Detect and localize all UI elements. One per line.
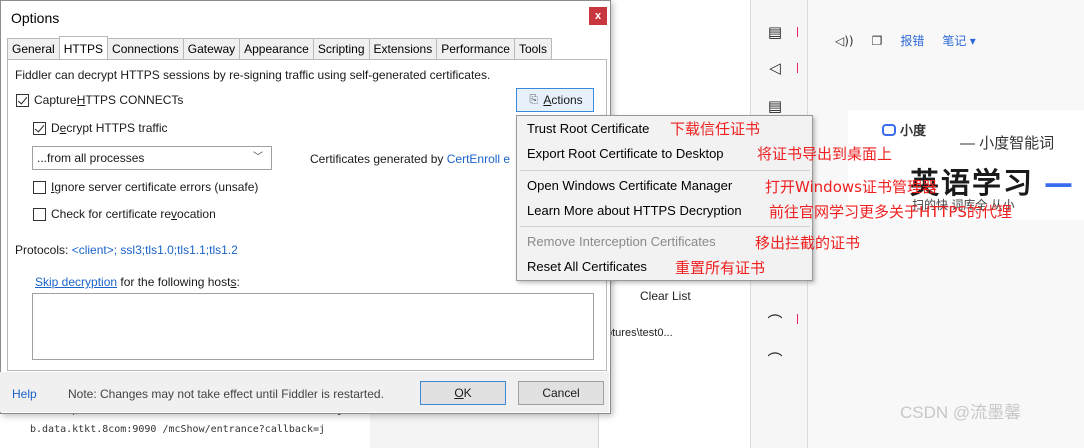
status-marker — [797, 314, 801, 324]
menu-item-learn-more[interactable]: Learn More about HTTPS Decryption — [527, 203, 742, 218]
tab-scripting[interactable]: Scripting — [312, 38, 370, 59]
rss-icon: ⌒ — [767, 351, 783, 369]
menu-item-remove-interception[interactable]: Remove Interception Certificates — [527, 234, 716, 249]
capture-https-checkbox[interactable]: Capture H TTPS CONNECTs — [16, 93, 183, 107]
banner-subtitle: — 小度智能词 — [960, 135, 1055, 152]
status-marker — [797, 27, 801, 37]
ignore-errors-checkbox[interactable]: Ignore server certificate errors (unsafe… — [33, 180, 258, 194]
checkbox-checked-icon[interactable] — [16, 93, 29, 107]
close-button[interactable]: x — [589, 7, 607, 25]
tab-gateway[interactable]: Gateway — [182, 38, 241, 59]
copy-icon[interactable]: ❐ — [872, 34, 883, 48]
cancel-button[interactable]: Cancel — [518, 381, 604, 405]
tab-bar: General HTTPS Connections Gateway Appear… — [7, 36, 552, 59]
annotation-reset-all: 重置所有证书 — [675, 259, 766, 277]
certificate-icon: ⎘ — [529, 93, 539, 106]
certificate-generator-text: Certificates generated by CertEnroll e — [310, 152, 511, 166]
path-text: otures\test0... — [606, 327, 673, 339]
actions-menu — [516, 115, 813, 281]
certenroll-link[interactable]: CertEnroll e — [447, 152, 510, 166]
notes-dropdown[interactable]: 笔记 ▾ — [942, 32, 975, 49]
annotation-learn-more: 前往官网学习更多关于HTTPS的代理 — [769, 203, 1012, 221]
tab-extensions[interactable]: Extensions — [368, 38, 438, 59]
annotation-trust-root: 下载信任证书 — [670, 120, 761, 138]
xiaodu-logo-icon — [882, 124, 896, 136]
checkbox-icon[interactable] — [33, 207, 46, 221]
speaker-icon[interactable]: ◁)) — [835, 34, 854, 48]
skip-decryption-link[interactable]: Skip decryption — [35, 275, 117, 289]
checkbox-icon[interactable] — [33, 180, 46, 194]
tab-connections[interactable]: Connections — [107, 38, 184, 59]
status-marker — [797, 63, 801, 73]
tab-general[interactable]: General — [7, 38, 60, 59]
protocols-setting: Protocols: <client>; ssl3;tls1.0;tls1.1;… — [15, 243, 238, 257]
document-icon: ▤ — [767, 23, 783, 41]
menu-item-trust-root[interactable]: Trust Root Certificate — [527, 121, 649, 136]
menu-separator — [520, 170, 810, 171]
https-description: Fiddler can decrypt HTTPS sessions by re… — [15, 68, 491, 82]
annotation-open-cert-manager: 打开Windows证书管理器 — [765, 178, 937, 196]
xiaodu-logo: 小度 — [882, 120, 926, 139]
menu-item-open-cert-manager[interactable]: Open Windows Certificate Manager — [527, 178, 732, 193]
watermark: CSDN @流墨馨 — [900, 403, 1022, 422]
report-error-link[interactable]: 报错 — [900, 32, 924, 49]
tab-performance[interactable]: Performance — [436, 38, 515, 59]
skip-decryption-label: Skip decryption for the following hosts: — [35, 275, 240, 289]
tab-https[interactable]: HTTPS — [58, 36, 109, 59]
decrypt-https-checkbox[interactable]: De crypt HTTPS traffic — [33, 121, 168, 135]
help-link[interactable]: Help — [12, 387, 37, 401]
rss-icon: ⌒ — [767, 313, 783, 331]
chevron-down-icon: ﹀ — [253, 152, 263, 163]
clear-list-button[interactable]: Clear List — [640, 289, 691, 303]
ok-button[interactable]: OK — [420, 381, 506, 405]
tab-appearance[interactable]: Appearance — [239, 38, 314, 59]
dictionary-toolbar: ◁)) ❐ 报错 笔记 ▾ — [835, 32, 976, 49]
restart-note: Note: Changes may not take effect until … — [68, 387, 384, 401]
skip-hosts-textarea[interactable] — [32, 293, 594, 360]
process-filter-select[interactable]: ...from all processes ﹀ — [32, 146, 272, 170]
document-icon: ▤ — [767, 97, 783, 115]
megaphone-icon: ◁ — [769, 59, 781, 77]
menu-separator — [520, 226, 810, 227]
log-line: b.data.ktkt.8com:9090 /mcShow/entrance?c… — [30, 424, 326, 435]
menu-item-export-root[interactable]: Export Root Certificate to Desktop — [527, 146, 724, 161]
tab-tools[interactable]: Tools — [513, 38, 552, 59]
checkbox-checked-icon[interactable] — [33, 121, 46, 135]
menu-item-reset-all[interactable]: Reset All Certificates — [527, 259, 647, 274]
annotation-export-root: 将证书导出到桌面上 — [757, 145, 893, 163]
background-dictionary-app — [808, 0, 1084, 448]
dialog-title: Options — [11, 10, 60, 26]
check-revocation-checkbox[interactable]: Check for certificate re v ocation — [33, 207, 216, 221]
actions-button[interactable]: ⎘ Actions — [516, 88, 594, 112]
protocols-link[interactable]: <client>; ssl3;tls1.0;tls1.1;tls1.2 — [72, 243, 238, 257]
annotation-remove-interception: 移出拦截的证书 — [755, 234, 861, 252]
